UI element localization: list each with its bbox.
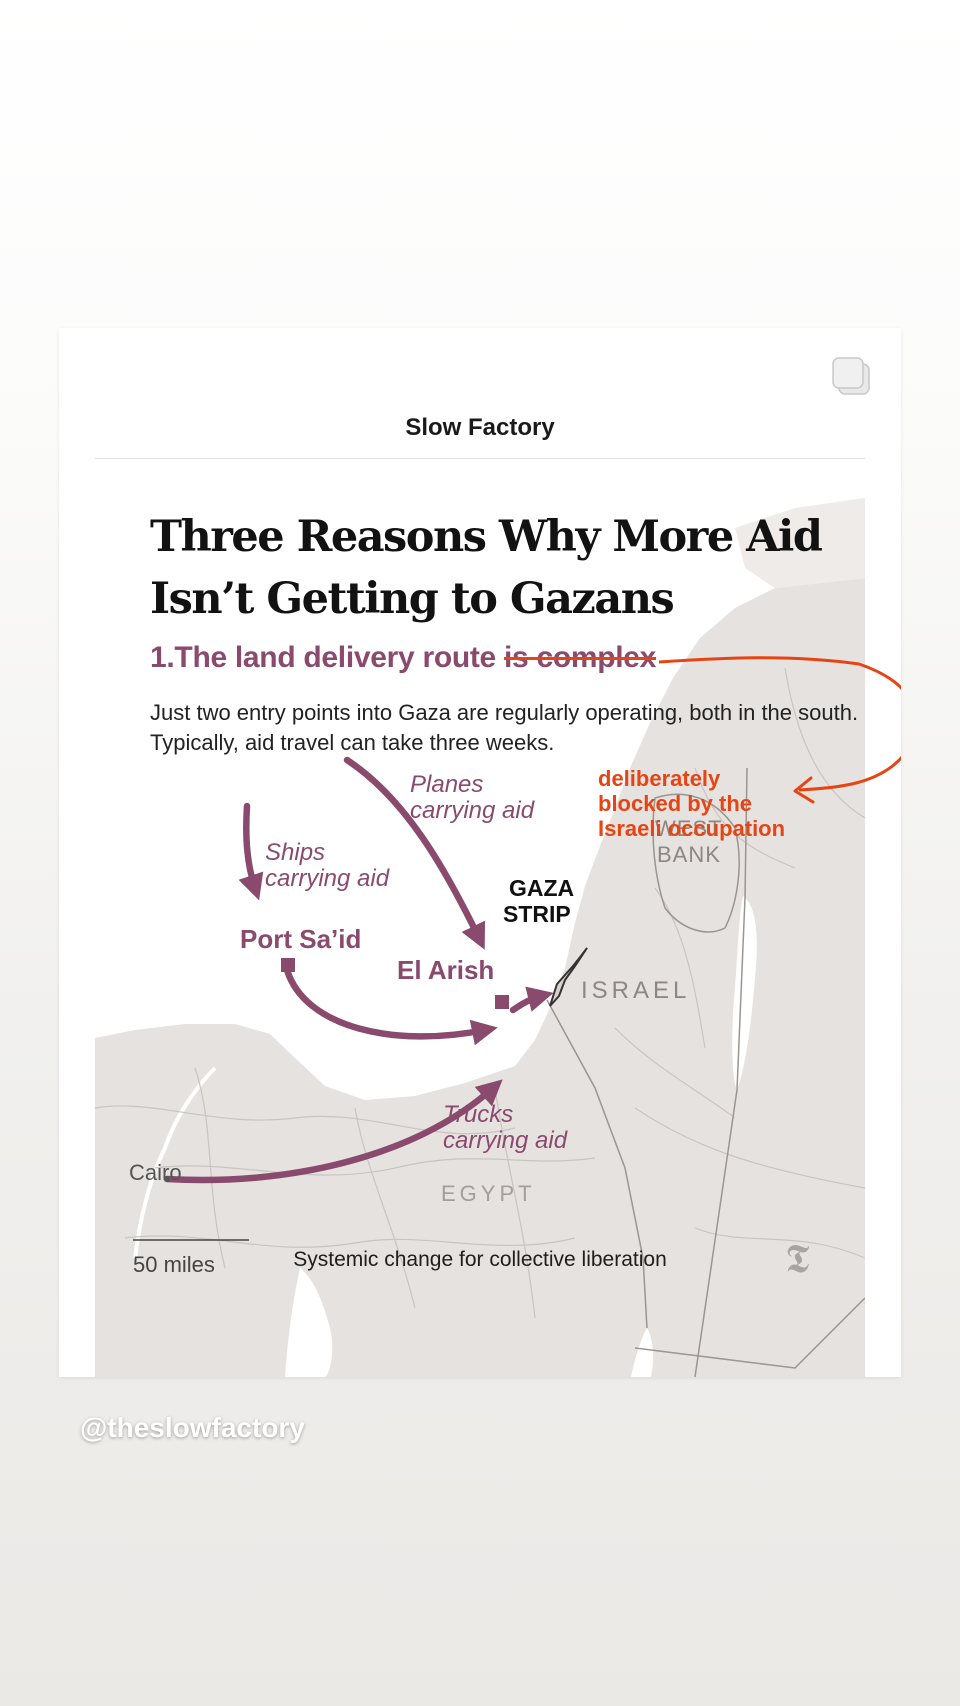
subhead-struck: is complex [503, 641, 657, 674]
divider [95, 458, 865, 459]
subhead: 1.The land delivery route is complex [150, 641, 656, 675]
annotation-line-3: Israeli occupation [598, 816, 786, 841]
port-said-label: Port Sa’id [240, 924, 361, 954]
ships-label: Ships [265, 839, 325, 866]
headline-line-2: Isn’t Getting to Gazans [150, 574, 675, 624]
israel-label: ISRAEL [581, 977, 690, 1004]
el-arish-label: El Arish [397, 955, 494, 985]
annotation-text: deliberately blocked by the Israeli occu… [598, 766, 785, 841]
tagline: Systemic change for collective liberatio… [293, 1248, 667, 1271]
west-bank-label-2: BANK [657, 842, 721, 867]
egypt-label: EGYPT [441, 1181, 536, 1206]
brand-name: Slow Factory [405, 414, 555, 441]
trucks-label: Trucks [443, 1101, 513, 1128]
subhead-main: 1.The land delivery route [150, 641, 504, 674]
trucks-label-2: carrying aid [443, 1127, 568, 1154]
headline-line-1: Three Reasons Why More Aid [150, 512, 823, 562]
body-text: Just two entry points into Gaza are regu… [150, 700, 859, 755]
planes-label: Planes [410, 771, 483, 798]
annotation-line-1: deliberately [598, 766, 721, 791]
gaza-entry-arrow [509, 986, 554, 1014]
annotation-line-2: blocked by the [598, 791, 753, 816]
cairo-label: Cairo [129, 1160, 182, 1185]
gaza-label-2: STRIP [503, 901, 571, 927]
copy-icon[interactable] [829, 354, 877, 402]
ships-label-2: carrying aid [265, 865, 390, 892]
port-said-marker [281, 958, 295, 972]
ships-route-arrow [238, 802, 264, 901]
account-handle[interactable]: @theslowfactory [80, 1412, 305, 1444]
post-card: Slow Factory Planes carrying aid Ships c… [59, 328, 901, 1377]
el-arish-marker [495, 995, 509, 1009]
planes-label-2: carrying aid [410, 797, 535, 824]
gaza-label: GAZA [509, 875, 574, 901]
headline: Three Reasons Why More Aid Isn’t Getting… [150, 506, 830, 630]
